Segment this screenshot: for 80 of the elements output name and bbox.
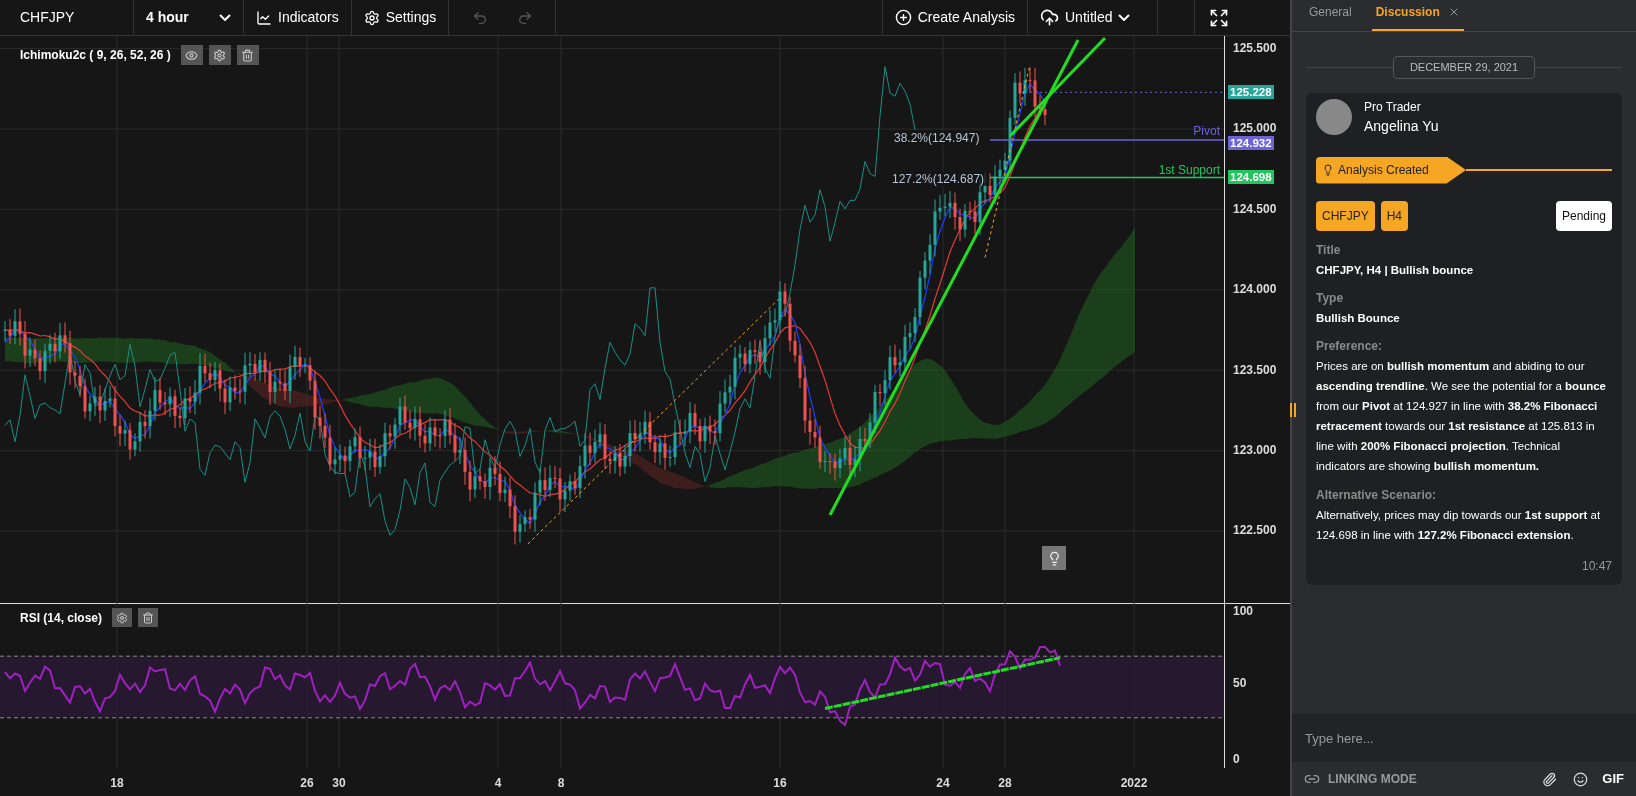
date-axis-label: 16 [772, 775, 788, 792]
date-separator: DECEMBER 29, 2021 [1392, 56, 1536, 79]
cloud-upload-icon [1040, 8, 1059, 27]
redo-icon [516, 9, 533, 26]
avatar [1316, 99, 1352, 135]
rsi-axis-label: 50 [1233, 675, 1247, 692]
symbol-label[interactable]: CHFJPY [0, 0, 134, 35]
chevron-down-icon [219, 14, 231, 21]
gif-button[interactable]: GIF [1602, 769, 1624, 789]
field-value: CHFJPY, H4 | Bullish bounce [1316, 262, 1475, 278]
trash-icon [142, 611, 155, 624]
message-time: 10:47 [1581, 558, 1612, 575]
price-axis-label: 123.000 [1233, 444, 1277, 457]
indicator-label: Ichimoku2c ( 9, 26, 52, 26 ) [20, 47, 171, 64]
level-line-label: Pivot [1193, 123, 1220, 140]
analysis-created-banner: Analysis Created [1316, 156, 1466, 184]
author-role: Pro Trader [1364, 98, 1422, 116]
field-label: Type [1316, 289, 1345, 307]
settings-button[interactable] [112, 608, 133, 627]
file-name-dropdown[interactable]: Untitled [1028, 0, 1158, 35]
emoji-icon[interactable] [1573, 771, 1589, 787]
timeframe-dropdown[interactable]: 4 hour [134, 0, 244, 35]
plus-circle-icon [894, 9, 912, 26]
price-axis-label: 125.500 [1233, 42, 1277, 55]
create-analysis-button[interactable]: Create Analysis [881, 0, 1028, 35]
eye-icon [185, 48, 199, 62]
date-axis-label: 18 [109, 775, 125, 792]
date-axis-label: 30 [331, 775, 347, 792]
level-line-label: 1st Support [1158, 162, 1220, 179]
line-chart-icon [256, 9, 272, 26]
price-axis-label: 124.500 [1233, 202, 1277, 216]
message-input[interactable]: Type here... [1292, 714, 1636, 762]
panel-tab[interactable]: Discussion [1371, 0, 1464, 31]
price-tag: 125.228 [1228, 85, 1274, 99]
status-badge: Pending [1555, 200, 1612, 231]
indicators-button[interactable]: Indicators [244, 0, 352, 35]
visibility-button[interactable] [180, 45, 203, 65]
date-axis-label: 8 [556, 775, 566, 792]
field-text: Prices are on bullish momentum and abiding to our ascending trendline. We see the potential for a bounce from our Pivot at 124.927 in line with 38.2% Fibonacci retracement towards our 1st resistance at 125.813 in line with 200% Fibonacci projection. Technical indicators are showing bullish momentum. [1316, 359, 1607, 474]
delete-button[interactable] [236, 45, 259, 65]
fibonacci-label: 38.2%(124.947) [892, 131, 982, 145]
date-axis-label: 24 [935, 775, 951, 792]
chevron-down-icon [1118, 14, 1131, 21]
field-text: Alternatively, prices may dip towards our 1st support at 124.698 in line with 127.2% Fibonacci extension. [1316, 508, 1602, 543]
author-name: Angelina Yu [1364, 116, 1439, 136]
expand-icon [1208, 7, 1229, 28]
date-axis-label: 2022 [1119, 775, 1149, 792]
date-axis-label: 26 [299, 775, 315, 792]
field-value: Bullish Bounce [1316, 310, 1401, 326]
rsi-axis-label: 0 [1233, 751, 1240, 768]
settings-button[interactable] [208, 45, 231, 65]
linking-mode-label[interactable]: LINKING MODE [1328, 770, 1417, 788]
panel-tab[interactable]: General [1309, 0, 1352, 31]
field-label: Alternative Scenario: [1316, 487, 1438, 504]
date-axis-label: 4 [493, 775, 503, 792]
price-tag: 124.932 [1228, 136, 1274, 150]
tag: CHFJPY [1316, 200, 1375, 231]
lightbulb-icon [1322, 164, 1334, 176]
field-label: Title [1316, 241, 1342, 259]
attachment-icon[interactable] [1542, 771, 1558, 787]
price-tag: 124.698 [1228, 170, 1274, 184]
price-axis-label: 125.000 [1233, 122, 1277, 136]
settings-icon [363, 9, 380, 26]
rsi-axis-label: 100 [1233, 603, 1254, 620]
tag: H4 [1380, 200, 1408, 231]
price-axis-label: 124.000 [1233, 283, 1277, 297]
field-label: Preference: [1316, 338, 1384, 355]
resize-handle-icon[interactable] [1290, 403, 1296, 417]
settings-icon [213, 48, 227, 62]
delete-button[interactable] [138, 608, 159, 627]
settings-icon [116, 611, 129, 624]
lightbulb-button[interactable] [1042, 546, 1066, 570]
price-axis-label: 122.500 [1233, 524, 1277, 538]
price-axis-label: 123.500 [1233, 363, 1277, 377]
undo-icon [471, 9, 488, 26]
settings-button[interactable]: Settings [351, 0, 450, 35]
rsi-label: RSI (14, close) [20, 609, 103, 627]
date-axis-label: 28 [997, 775, 1013, 792]
fibonacci-label: 127.2%(124.687) [890, 172, 987, 186]
trash-icon [241, 48, 255, 62]
